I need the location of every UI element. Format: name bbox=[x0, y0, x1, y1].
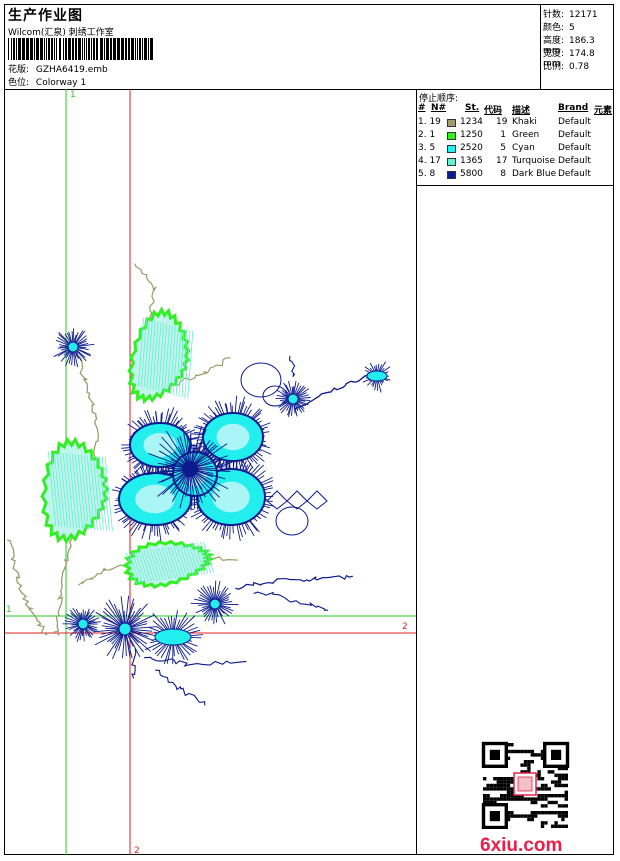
col-header: 代码 bbox=[484, 103, 502, 116]
sequence-num: 5. 8 bbox=[418, 169, 435, 179]
col-header: N# bbox=[431, 103, 446, 113]
sequence-st: 5800 bbox=[460, 169, 483, 179]
stop-sequence-header: # N# St. 代码 描述 Brand 元素 bbox=[417, 103, 614, 115]
stat-value: 5 bbox=[569, 23, 575, 33]
colorway-value: Colorway 1 bbox=[36, 78, 86, 88]
sequence-row: 4. 17 1365 17 TurquoiseDefault bbox=[417, 156, 614, 169]
colorway-label: 色位: bbox=[8, 78, 29, 88]
col-header: 描述 bbox=[512, 103, 530, 116]
worksheet-frame: 生产作业图 Wilcom(汇泉) 刺绣工作室 花版: GZHA6419.emb … bbox=[4, 4, 614, 855]
stat-label: 颜色: bbox=[543, 20, 569, 33]
color-swatch bbox=[447, 171, 456, 179]
stat-colors: 颜色:5 bbox=[543, 20, 575, 33]
sequence-code: 8 bbox=[496, 169, 506, 179]
stat-value: 12171 bbox=[569, 10, 598, 20]
color-swatch bbox=[447, 145, 456, 153]
brand-text: 6xiu.com bbox=[480, 835, 562, 856]
stat-label: 高度: bbox=[543, 33, 569, 46]
sequence-brand: Default bbox=[558, 143, 591, 153]
pattern-value: GZHA6419.emb bbox=[36, 65, 108, 75]
stat-label: 针数: bbox=[543, 7, 569, 20]
stat-label: 宽度: bbox=[543, 46, 569, 59]
sequence-brand: Default bbox=[558, 156, 591, 166]
pattern-label: 花版: bbox=[8, 65, 29, 75]
sequence-desc: Cyan bbox=[512, 143, 535, 153]
sequence-row: 5. 8 5800 8 Dark BlueDefault bbox=[417, 169, 614, 182]
svg-text:1: 1 bbox=[70, 90, 76, 100]
color-swatch bbox=[447, 158, 456, 166]
sequence-desc: Khaki bbox=[512, 117, 537, 127]
sequence-row: 3. 5 2520 5 Cyan Default bbox=[417, 143, 614, 156]
sequence-st: 1250 bbox=[460, 130, 483, 140]
sequence-code: 1 bbox=[496, 130, 506, 140]
sequence-desc: Green bbox=[512, 130, 539, 140]
svg-text:2: 2 bbox=[402, 622, 408, 632]
worksheet-header: 生产作业图 Wilcom(汇泉) 刺绣工作室 花版: GZHA6419.emb … bbox=[5, 5, 613, 90]
qr-code-icon bbox=[480, 741, 572, 829]
sequence-row: 2. 1 1250 1 Green Default bbox=[417, 130, 614, 143]
sequence-code: 17 bbox=[496, 156, 506, 166]
svg-text:1: 1 bbox=[6, 605, 12, 615]
sequence-brand: Default bbox=[558, 130, 591, 140]
sequence-row: 1. 19 1234 19 Khaki Default bbox=[417, 117, 614, 130]
sequence-code: 19 bbox=[496, 117, 506, 127]
colorway-line: 色位: Colorway 1 bbox=[8, 75, 86, 88]
col-header: Brand bbox=[558, 103, 588, 113]
sequence-st: 1234 bbox=[460, 117, 483, 127]
site-brand: 6xiu.com bbox=[480, 833, 580, 857]
sequence-st: 2520 bbox=[460, 143, 483, 153]
sequence-st: 1365 bbox=[460, 156, 483, 166]
stat-scale: 比例:0.78 bbox=[543, 59, 589, 72]
col-header: 元素 bbox=[594, 103, 612, 116]
panel-divider bbox=[416, 185, 417, 854]
sequence-num: 4. 17 bbox=[418, 156, 441, 166]
page-title: 生产作业图 bbox=[8, 5, 83, 25]
sequence-code: 5 bbox=[496, 143, 506, 153]
svg-text:2: 2 bbox=[134, 846, 140, 855]
sequence-num: 1. 19 bbox=[418, 117, 441, 127]
stop-sequence-panel: 停止顺序: # N# St. 代码 描述 Brand 元素 1. 1912341… bbox=[416, 89, 614, 186]
sequence-num: 2. 1 bbox=[418, 130, 435, 140]
stat-stitches: 针数:12171 bbox=[543, 7, 598, 20]
sequence-num: 3. 5 bbox=[418, 143, 435, 153]
col-header: St. bbox=[465, 103, 479, 113]
color-swatch bbox=[447, 132, 456, 140]
stats-panel: 针数:12171 颜色:5 高度:186.3 mm 宽度:174.8 mm 比例… bbox=[540, 5, 614, 89]
sequence-desc: Dark Blue bbox=[512, 169, 556, 179]
stat-label: 比例: bbox=[543, 59, 569, 72]
color-swatch bbox=[447, 119, 456, 127]
col-header: # bbox=[418, 103, 426, 113]
pattern-line: 花版: GZHA6419.emb bbox=[8, 62, 108, 75]
company-name: Wilcom(汇泉) 刺绣工作室 bbox=[8, 25, 114, 38]
embroidery-design: 1 1 2 2 bbox=[5, 89, 416, 855]
sequence-brand: Default bbox=[558, 169, 591, 179]
barcode-icon bbox=[8, 38, 154, 60]
sequence-brand: Default bbox=[558, 117, 591, 127]
sequence-desc: Turquoise bbox=[512, 156, 555, 166]
stat-value: 0.78 bbox=[569, 62, 589, 72]
